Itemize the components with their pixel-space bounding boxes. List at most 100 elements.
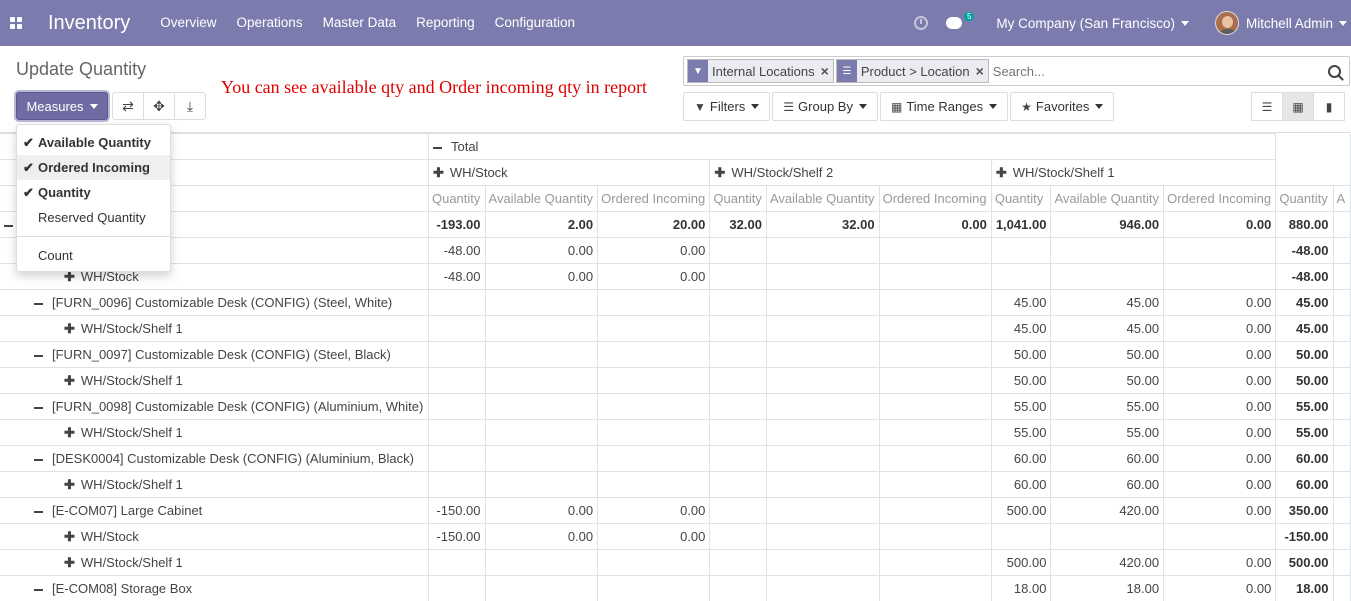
flip-axis-button[interactable]: ⇄ bbox=[112, 92, 144, 120]
pivot-cell[interactable]: -48.00 bbox=[1275, 237, 1334, 264]
pivot-cell[interactable]: 45.00 bbox=[990, 289, 1052, 316]
pivot-cell[interactable] bbox=[709, 237, 767, 264]
pivot-cell[interactable] bbox=[709, 445, 767, 472]
pivot-cell[interactable] bbox=[427, 445, 486, 472]
pivot-cell[interactable] bbox=[427, 393, 486, 420]
pivot-cell[interactable]: -150.00 bbox=[1275, 523, 1334, 550]
pivot-cell[interactable] bbox=[597, 315, 711, 342]
pivot-cell[interactable]: 0.00 bbox=[1163, 393, 1277, 420]
pivot-cell[interactable] bbox=[765, 367, 880, 394]
pivot-cell[interactable]: 55.00 bbox=[1275, 419, 1334, 446]
pivot-cell[interactable]: 0.00 bbox=[1163, 549, 1277, 576]
pivot-cell[interactable] bbox=[597, 289, 711, 316]
pivot-cell[interactable] bbox=[709, 471, 767, 498]
pivot-cell[interactable]: 50.00 bbox=[1050, 341, 1165, 368]
pivot-cell[interactable] bbox=[878, 315, 992, 342]
pivot-cell[interactable]: -150.00 bbox=[427, 523, 486, 550]
pivot-cell[interactable]: 500.00 bbox=[990, 549, 1052, 576]
measure-option-quantity[interactable]: ✔ Quantity bbox=[17, 180, 170, 205]
pivot-cell[interactable]: 0.00 bbox=[1163, 445, 1277, 472]
pivot-cell[interactable]: -48.00 bbox=[1275, 263, 1334, 290]
pivot-cell[interactable] bbox=[597, 575, 711, 601]
pivot-cell[interactable]: 420.00 bbox=[1050, 497, 1165, 524]
pivot-cell[interactable] bbox=[709, 289, 767, 316]
pivot-cell[interactable] bbox=[427, 315, 486, 342]
pivot-cell[interactable] bbox=[765, 341, 880, 368]
graph-view-button[interactable]: ▮ bbox=[1313, 92, 1345, 121]
pivot-cell[interactable]: 500.00 bbox=[990, 497, 1052, 524]
pivot-cell[interactable] bbox=[1050, 523, 1165, 550]
group-by-button[interactable]: ☰ Group By bbox=[772, 92, 878, 121]
pivot-cell[interactable]: 60.00 bbox=[990, 471, 1052, 498]
pivot-cell[interactable] bbox=[597, 367, 711, 394]
pivot-cell[interactable]: 946.00 bbox=[1050, 211, 1165, 238]
pivot-cell[interactable] bbox=[427, 289, 486, 316]
favorites-button[interactable]: ★ Favorites bbox=[1010, 92, 1115, 121]
pivot-cell[interactable]: 60.00 bbox=[1275, 471, 1334, 498]
pivot-cell[interactable]: 1,041.00 bbox=[990, 211, 1052, 238]
row-header[interactable]: [DESK0004] Customizable Desk (CONFIG) (A… bbox=[0, 445, 429, 472]
filters-button[interactable]: ▼ Filters bbox=[683, 92, 771, 121]
pivot-cell[interactable] bbox=[765, 393, 880, 420]
pivot-cell[interactable] bbox=[484, 419, 599, 446]
row-header[interactable]: ✚ WH/Stock/Shelf 1 bbox=[0, 549, 429, 576]
pivot-cell[interactable] bbox=[990, 237, 1052, 264]
pivot-cell[interactable]: 50.00 bbox=[1275, 367, 1334, 394]
pivot-cell[interactable] bbox=[709, 341, 767, 368]
pivot-cell[interactable] bbox=[484, 549, 599, 576]
pivot-cell[interactable] bbox=[709, 393, 767, 420]
pivot-cell[interactable]: 55.00 bbox=[1050, 419, 1165, 446]
pivot-cell[interactable]: 18.00 bbox=[990, 575, 1052, 601]
row-header[interactable]: ✚ WH/Stock/Shelf 1 bbox=[0, 419, 429, 446]
menu-operations[interactable]: Operations bbox=[227, 0, 313, 46]
pivot-cell[interactable] bbox=[484, 341, 599, 368]
pivot-cell[interactable]: 0.00 bbox=[1163, 289, 1277, 316]
pivot-cell[interactable] bbox=[709, 575, 767, 601]
pivot-cell[interactable]: 18.00 bbox=[1275, 575, 1334, 601]
pivot-cell[interactable] bbox=[427, 471, 486, 498]
pivot-cell[interactable] bbox=[878, 471, 992, 498]
pivot-cell[interactable] bbox=[484, 315, 599, 342]
pivot-cell[interactable]: 32.00 bbox=[709, 211, 767, 238]
pivot-cell[interactable] bbox=[878, 445, 992, 472]
pivot-cell[interactable] bbox=[878, 419, 992, 446]
search-icon[interactable] bbox=[1328, 64, 1341, 78]
pivot-cell[interactable] bbox=[878, 367, 992, 394]
pivot-cell[interactable]: 0.00 bbox=[597, 237, 711, 264]
pivot-cell[interactable]: 0.00 bbox=[1163, 419, 1277, 446]
pivot-cell[interactable]: -150.00 bbox=[427, 497, 486, 524]
pivot-cell[interactable]: 55.00 bbox=[990, 419, 1052, 446]
pivot-cell[interactable] bbox=[765, 315, 880, 342]
pivot-cell[interactable]: 880.00 bbox=[1275, 211, 1334, 238]
pivot-cell[interactable] bbox=[709, 315, 767, 342]
list-view-button[interactable]: ☰ bbox=[1251, 92, 1283, 121]
column-group-header[interactable]: ✚ WH/Stock/Shelf 2 bbox=[709, 159, 992, 186]
pivot-cell[interactable] bbox=[765, 549, 880, 576]
chat-icon[interactable] bbox=[945, 17, 962, 29]
pivot-cell[interactable] bbox=[765, 237, 880, 264]
pivot-cell[interactable] bbox=[597, 419, 711, 446]
search-input[interactable] bbox=[990, 63, 1328, 79]
pivot-cell[interactable]: 0.00 bbox=[1163, 367, 1277, 394]
pivot-cell[interactable] bbox=[427, 341, 486, 368]
pivot-cell[interactable]: 45.00 bbox=[1050, 289, 1165, 316]
pivot-cell[interactable]: 500.00 bbox=[1275, 549, 1334, 576]
measure-option-count[interactable]: Count bbox=[17, 243, 170, 268]
pivot-cell[interactable]: 50.00 bbox=[990, 367, 1052, 394]
pivot-cell[interactable] bbox=[597, 341, 711, 368]
pivot-cell[interactable]: 45.00 bbox=[1275, 315, 1334, 342]
pivot-cell[interactable]: -193.00 bbox=[427, 211, 486, 238]
pivot-cell[interactable] bbox=[484, 471, 599, 498]
pivot-cell[interactable] bbox=[878, 549, 992, 576]
measure-header[interactable]: A bbox=[1332, 185, 1351, 212]
pivot-cell[interactable] bbox=[878, 237, 992, 264]
pivot-cell[interactable] bbox=[878, 341, 992, 368]
pivot-cell[interactable]: 45.00 bbox=[1050, 315, 1165, 342]
measure-header[interactable]: Quantity bbox=[709, 185, 767, 212]
measure-header[interactable]: Ordered Incoming bbox=[597, 185, 711, 212]
menu-configuration[interactable]: Configuration bbox=[485, 0, 585, 46]
pivot-cell[interactable] bbox=[484, 445, 599, 472]
pivot-cell[interactable]: 0.00 bbox=[1163, 497, 1277, 524]
remove-facet-icon[interactable]: × bbox=[821, 63, 829, 79]
pivot-cell[interactable] bbox=[990, 523, 1052, 550]
